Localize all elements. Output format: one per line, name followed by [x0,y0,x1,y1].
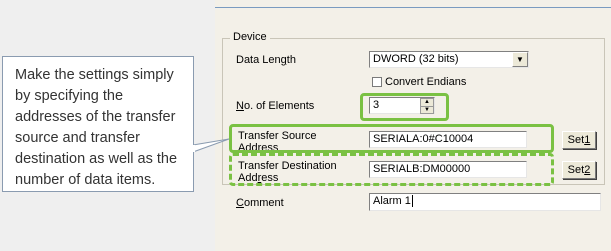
callout-text: Make the settings simply by specifying t… [15,67,178,188]
callout-box: Make the settings simply by specifying t… [2,56,194,192]
callout-pointer-joint [193,145,195,152]
